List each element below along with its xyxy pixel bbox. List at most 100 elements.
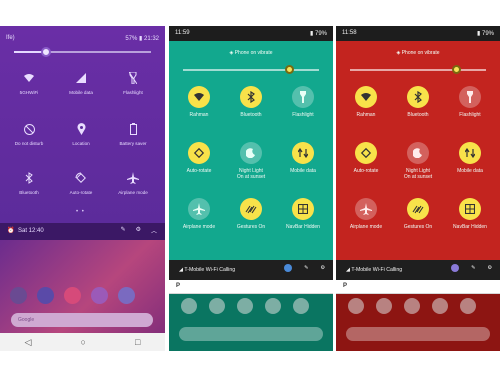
app-dock xyxy=(10,287,135,304)
tile-night-light[interactable]: Night Light On at sunset xyxy=(388,142,448,182)
tile-label: Rahman xyxy=(356,112,376,118)
tile-airplane-mode[interactable]: Airplane mode xyxy=(336,198,396,238)
quick-settings-footer: ◢ T-Mobile Wi-Fi Calling ✎ ⚙ xyxy=(169,260,333,280)
tile-flashlight[interactable]: Flashlight xyxy=(108,71,158,111)
vibrate-label: Phone on vibrate xyxy=(401,50,440,56)
mobile-data-icon xyxy=(292,142,314,164)
google-search-bar[interactable] xyxy=(346,327,490,341)
collapse-icon[interactable]: ︿ xyxy=(151,226,157,235)
tile-night-light[interactable]: Night Light On at sunset xyxy=(221,142,281,182)
brightness-thumb[interactable] xyxy=(41,47,51,57)
wifi-icon xyxy=(22,71,36,85)
tile-auto-rotate[interactable]: Auto-rotate xyxy=(169,142,229,182)
brightness-thumb[interactable] xyxy=(285,65,294,74)
app-icon[interactable] xyxy=(293,298,309,314)
browser-app-icon[interactable] xyxy=(118,287,135,304)
edit-icon[interactable]: ✎ xyxy=(304,265,308,271)
tile-label: Auto-rotate xyxy=(186,168,212,174)
settings-icon[interactable]: ⚙ xyxy=(320,265,325,271)
brightness-slider[interactable] xyxy=(183,65,319,74)
search-bar[interactable]: P xyxy=(336,280,500,294)
tile-airplane-mode[interactable]: Airplane mode xyxy=(169,198,229,238)
messages-app-icon[interactable] xyxy=(37,287,54,304)
tile-label: Battery saver xyxy=(119,141,147,146)
battery-icon: ▮ xyxy=(477,31,481,37)
bluetooth-icon xyxy=(407,86,429,108)
tile-wifi[interactable]: 5GHWiFi xyxy=(4,71,54,111)
battery-percent: 79% xyxy=(481,31,494,37)
tile-label: Mobile data xyxy=(69,90,93,95)
tile-mobile-data[interactable]: Mobile data xyxy=(273,142,333,182)
brightness-slider[interactable] xyxy=(350,65,486,74)
tile-battery-saver[interactable]: Battery saver xyxy=(108,122,158,162)
status-bar: 11:59 ▮ 79% xyxy=(169,26,333,41)
phone-app-icon[interactable] xyxy=(10,287,27,304)
battery-percent: 57% xyxy=(125,36,138,42)
brightness-thumb[interactable] xyxy=(452,65,461,74)
tile-gestures[interactable]: Gestures On xyxy=(221,198,281,238)
user-icon[interactable] xyxy=(283,264,292,272)
brightness-fill xyxy=(14,51,42,53)
status-wifi-label: Ife) xyxy=(6,35,15,41)
quick-settings-panel-teal: 11:59 ▮ 79% ◈ Phone on vibrate Rahman Bl… xyxy=(169,26,333,351)
app-icon[interactable] xyxy=(376,298,392,314)
app-dock xyxy=(181,298,309,314)
tile-flashlight[interactable]: Flashlight xyxy=(273,86,333,126)
edit-icon[interactable]: ✎ xyxy=(471,265,475,271)
user-icon[interactable] xyxy=(450,264,459,272)
app-icon[interactable] xyxy=(209,298,225,314)
alarm-icon: ⏰ xyxy=(7,228,15,234)
tile-gestures[interactable]: Gestures On xyxy=(388,198,448,238)
app-icon[interactable] xyxy=(348,298,364,314)
recents-icon[interactable]: □ xyxy=(135,337,140,347)
tile-do-not-disturb[interactable]: Do not disturb xyxy=(4,122,54,162)
home-screen-dimmed xyxy=(169,294,333,351)
vibrate-label: Phone on vibrate xyxy=(234,50,273,56)
tile-wifi[interactable]: Rahman xyxy=(336,86,396,126)
google-search-bar[interactable] xyxy=(179,327,323,341)
app-icon[interactable] xyxy=(432,298,448,314)
footer-icons: ✎ ⚙ xyxy=(450,264,492,272)
tile-label: Flashlight xyxy=(459,112,481,118)
google-search-bar[interactable]: Google xyxy=(11,313,153,327)
tile-bluetooth[interactable]: Bluetooth xyxy=(221,86,281,126)
search-text: P xyxy=(176,283,181,289)
tile-label: Airplane mode xyxy=(118,190,148,195)
app-icon[interactable] xyxy=(404,298,420,314)
tile-bluetooth[interactable]: Bluetooth xyxy=(4,171,54,211)
tile-label: Gestures On xyxy=(236,224,266,230)
tile-mobile-data[interactable]: Mobile data xyxy=(56,71,106,111)
tile-location[interactable]: Location xyxy=(56,122,106,162)
battery-percent: 79% xyxy=(314,31,327,37)
contacts-app-icon[interactable] xyxy=(91,287,108,304)
tile-auto-rotate[interactable]: Auto-rotate xyxy=(336,142,396,182)
app-icon[interactable] xyxy=(237,298,253,314)
wifi-calling-text: T-Mobile Wi-Fi Calling xyxy=(351,267,403,273)
tile-flashlight[interactable]: Flashlight xyxy=(440,86,500,126)
moon-icon xyxy=(407,142,429,164)
vibrate-indicator: ◈ Phone on vibrate xyxy=(169,50,333,56)
tile-sublabel: On at sunset xyxy=(236,174,266,180)
battery-icon: ▮ xyxy=(310,31,314,37)
brightness-slider[interactable] xyxy=(14,47,151,57)
tile-mobile-data[interactable]: Mobile data xyxy=(440,142,500,182)
app-icon[interactable] xyxy=(265,298,281,314)
settings-icon[interactable]: ⚙ xyxy=(487,265,492,271)
tile-airplane-mode[interactable]: Airplane mode xyxy=(108,171,158,211)
tile-bluetooth[interactable]: Bluetooth xyxy=(388,86,448,126)
search-bar[interactable]: P xyxy=(169,280,333,294)
back-icon[interactable]: ◁ xyxy=(25,337,32,348)
tile-auto-rotate[interactable]: Auto-rotate xyxy=(56,171,106,211)
flashlight-icon xyxy=(126,71,140,85)
airplane-icon xyxy=(188,198,210,220)
camera-app-icon[interactable] xyxy=(64,287,81,304)
home-icon[interactable]: ○ xyxy=(81,337,86,347)
settings-icon[interactable]: ⚙ xyxy=(136,226,141,235)
tile-wifi[interactable]: Rahman xyxy=(169,86,229,126)
edit-icon[interactable]: ✎ xyxy=(121,226,126,235)
tile-navbar[interactable]: NavBar Hidden xyxy=(273,198,333,238)
tile-label: Rahman xyxy=(189,112,209,118)
app-icon[interactable] xyxy=(181,298,197,314)
app-icon[interactable] xyxy=(460,298,476,314)
tile-navbar[interactable]: NavBar Hidden xyxy=(440,198,500,238)
